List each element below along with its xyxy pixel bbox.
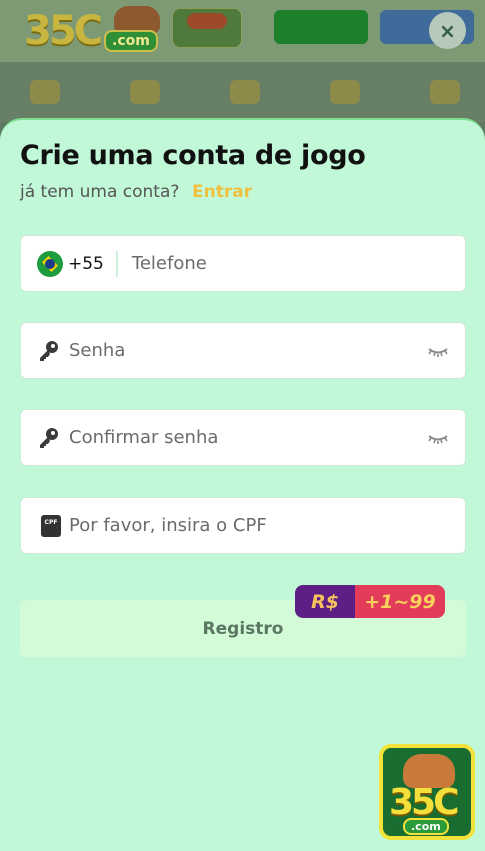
floating-logo-number: 35C xyxy=(389,782,460,823)
nav-icon xyxy=(330,80,360,104)
background-nav xyxy=(0,62,485,122)
divider xyxy=(115,250,118,277)
eye-closed-icon[interactable] xyxy=(427,430,449,446)
floating-logo-domain: .com xyxy=(403,818,449,835)
modal-title: Crie uma conta de jogo xyxy=(20,140,366,171)
confirm-password-field[interactable]: Confirmar senha xyxy=(20,409,466,466)
close-button[interactable]: × xyxy=(429,12,466,49)
promo-banner xyxy=(172,8,242,48)
brazil-flag-icon xyxy=(37,250,63,277)
nav-icon xyxy=(30,80,60,104)
bonus-badge: R$ +1~99 xyxy=(295,585,445,618)
confirm-password-input[interactable]: Confirmar senha xyxy=(69,427,218,448)
nav-icon xyxy=(430,80,460,104)
login-prompt: já tem uma conta? xyxy=(20,182,180,202)
eye-closed-icon[interactable] xyxy=(427,343,449,359)
password-field[interactable]: Senha xyxy=(20,322,466,379)
register-modal: Crie uma conta de jogo já tem uma conta?… xyxy=(0,118,485,851)
logo-domain: .com xyxy=(104,30,158,52)
cpf-input[interactable]: Por favor, insira o CPF xyxy=(69,515,267,536)
key-icon xyxy=(40,427,58,448)
password-input[interactable]: Senha xyxy=(69,340,125,361)
bonus-amount: +1~99 xyxy=(355,585,445,618)
phone-field[interactable]: +55 Telefone xyxy=(20,235,466,292)
cpf-field[interactable]: CPF Por favor, insira o CPF xyxy=(20,497,466,554)
site-logo: 35C .com xyxy=(24,6,164,54)
nav-icon xyxy=(130,80,160,104)
logo-number: 35C xyxy=(24,8,103,54)
key-icon xyxy=(40,340,58,361)
background-login-button xyxy=(274,10,368,44)
login-link[interactable]: Entrar xyxy=(192,182,252,202)
bonus-currency: R$ xyxy=(295,585,355,618)
nav-icon xyxy=(230,80,260,104)
background-header: 35C .com xyxy=(0,0,485,62)
floating-app-logo[interactable]: 35C .com xyxy=(379,744,475,840)
phone-input[interactable]: Telefone xyxy=(132,253,207,274)
country-code[interactable]: +55 xyxy=(68,254,104,274)
cpf-card-icon: CPF xyxy=(41,514,61,537)
